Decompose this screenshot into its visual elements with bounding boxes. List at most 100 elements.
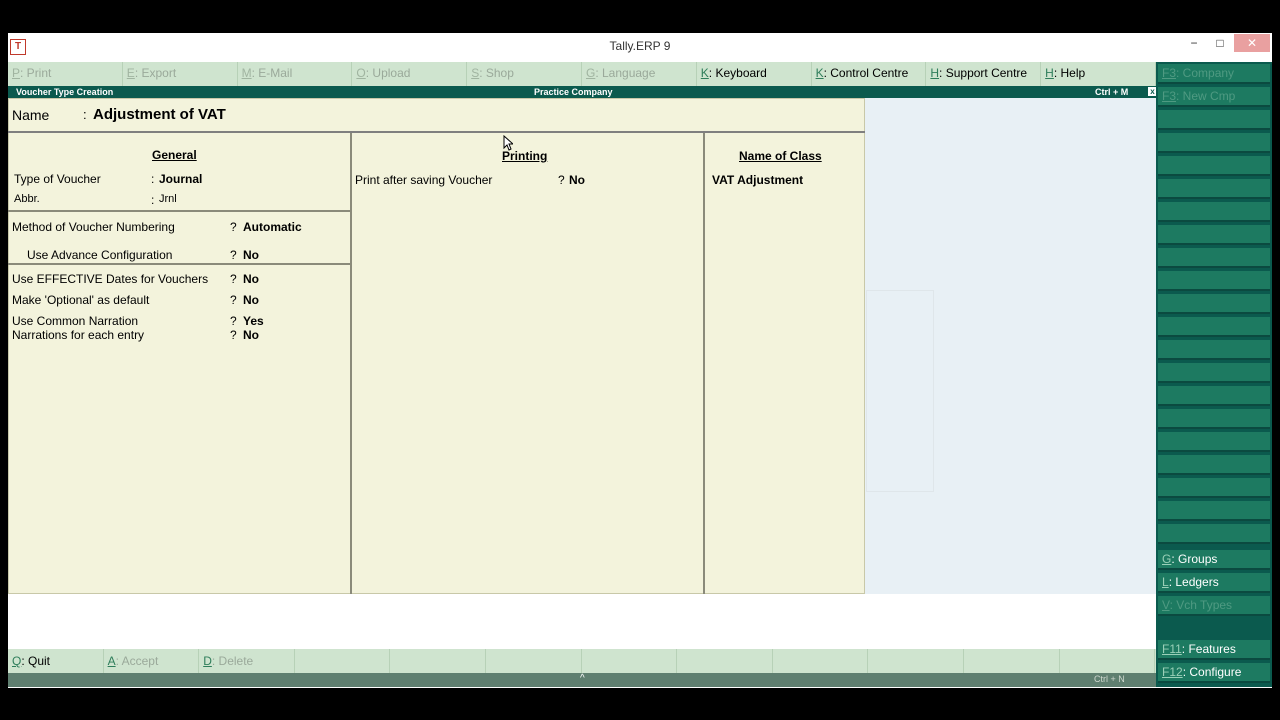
empty-button-slot — [1060, 649, 1156, 673]
side-new-cmp-button[interactable]: F3: New Cmp — [1158, 87, 1270, 107]
menu-help-hotkey: H — [1045, 66, 1054, 80]
print-after-saving-q: ? — [558, 173, 565, 187]
advance-config-label: Use Advance Configuration — [27, 248, 173, 262]
side-company-button-hotkey: F3 — [1162, 66, 1177, 80]
calculator-shortcut: Ctrl + M — [1095, 87, 1129, 97]
menu-language-hotkey: G — [585, 66, 596, 80]
company-name: Practice Company — [534, 87, 613, 97]
printing-heading: Printing — [502, 149, 548, 163]
menu-email-hotkey: M — [241, 66, 252, 80]
side-empty-slot — [1158, 225, 1270, 245]
close-icon[interactable]: ✕ — [1234, 34, 1270, 52]
menu-control-centre[interactable]: K: Control Centre — [812, 62, 927, 86]
side-empty-slot — [1158, 363, 1270, 383]
menu-upload[interactable]: O: Upload — [352, 62, 468, 86]
menu-control-centre-label: : Control Centre — [823, 66, 909, 80]
maximize-icon[interactable]: □ — [1206, 34, 1234, 52]
type-of-voucher-sep: : — [151, 172, 155, 186]
menu-keyboard[interactable]: K: Keyboard — [697, 62, 812, 86]
side-empty-slot — [1158, 179, 1270, 199]
bottom-button-bar: Q: Quit A: Accept D: Delete — [8, 649, 1156, 673]
side-empty-slot — [1158, 478, 1270, 498]
class-name-field[interactable]: VAT Adjustment — [712, 173, 803, 187]
advance-config-field[interactable]: No — [243, 248, 259, 262]
menu-email[interactable]: M: E-Mail — [238, 62, 353, 86]
print-after-saving-label: Print after saving Voucher — [355, 173, 493, 187]
menu-export-label: : Export — [134, 66, 177, 80]
delete-button[interactable]: D: Delete — [199, 649, 295, 673]
menu-shop[interactable]: S: Shop — [467, 62, 582, 86]
voucher-numbering-field[interactable]: Automatic — [243, 220, 302, 234]
common-narration-label: Use Common Narration — [12, 314, 139, 328]
menu-support-centre[interactable]: H: Support Centre — [926, 62, 1042, 86]
abbr-label: Abbr. — [14, 193, 40, 205]
side-configure-button[interactable]: F12: Configure — [1158, 663, 1270, 683]
minimize-icon[interactable]: − — [1180, 34, 1208, 52]
delete-button-label: : Delete — [211, 654, 254, 668]
side-empty-slot — [1158, 110, 1270, 130]
menu-keyboard-label: : Keyboard — [708, 66, 767, 80]
side-new-cmp-button-hotkey: F3 — [1162, 89, 1177, 103]
menu-export[interactable]: E: Export — [123, 62, 238, 86]
name-field[interactable]: Adjustment of VAT — [93, 106, 226, 123]
accept-button[interactable]: A: Accept — [104, 649, 200, 673]
empty-button-slot — [295, 649, 391, 673]
empty-button-slot — [677, 649, 773, 673]
side-groups-button-hotkey: G — [1162, 552, 1172, 566]
menu-keyboard-hotkey: K — [700, 66, 709, 80]
print-after-saving-field[interactable]: No — [569, 173, 585, 187]
menu-help[interactable]: H: Help — [1041, 62, 1156, 86]
side-groups-button[interactable]: G: Groups — [1158, 550, 1270, 570]
general-heading: General — [152, 148, 197, 162]
side-features-button-hotkey: F11 — [1162, 642, 1182, 656]
side-vch-types-button-hotkey: V — [1162, 598, 1170, 612]
side-ledgers-button[interactable]: L: Ledgers — [1158, 573, 1270, 593]
side-empty-slot — [1158, 386, 1270, 406]
common-narration-field[interactable]: Yes — [243, 314, 264, 328]
empty-button-slot — [486, 649, 582, 673]
screen-title: Voucher Type Creation — [16, 87, 114, 97]
type-of-voucher-field[interactable]: Journal — [159, 172, 202, 186]
menu-print[interactable]: P: Print — [8, 62, 123, 86]
name-of-class-heading: Name of Class — [739, 149, 822, 163]
side-empty-slot — [1158, 409, 1270, 429]
side-empty-slot — [1158, 156, 1270, 176]
name-label: Name — [12, 107, 50, 123]
name-colon: : — [83, 107, 87, 122]
side-empty-slot — [1158, 317, 1270, 337]
background-panel — [866, 290, 934, 492]
side-empty-slot — [1158, 202, 1270, 222]
optional-default-q: ? — [230, 293, 237, 307]
side-empty-slot — [1158, 294, 1270, 314]
narration-each-entry-field[interactable]: No — [243, 328, 259, 342]
side-company-button[interactable]: F3: Company — [1158, 64, 1270, 84]
menu-support-centre-hotkey: H — [930, 66, 940, 80]
advance-config-q: ? — [230, 248, 237, 262]
menu-language[interactable]: G: Language — [582, 62, 697, 86]
right-button-panel: F3: Company F3: New Cmp G: Groups L: Ledger… — [1156, 62, 1272, 687]
voucher-numbering-label: Method of Voucher Numbering — [12, 220, 175, 234]
side-features-button[interactable]: F11: Features — [1158, 640, 1270, 660]
optional-default-field[interactable]: No — [243, 293, 259, 307]
side-configure-button-hotkey: F12 — [1162, 665, 1183, 679]
side-features-button-label: : Features — [1181, 642, 1236, 656]
effective-dates-field[interactable]: No — [243, 272, 259, 286]
menu-upload-label: : Upload — [365, 66, 411, 80]
empty-button-slot — [582, 649, 678, 673]
side-empty-slot — [1158, 432, 1270, 452]
side-vch-types-button[interactable]: V: Vch Types — [1158, 596, 1270, 616]
tally-app-icon[interactable]: T — [10, 39, 26, 55]
menu-upload-hotkey: O — [356, 66, 366, 80]
quit-button[interactable]: Q: Quit — [8, 649, 104, 673]
accept-button-hotkey: A — [107, 654, 116, 668]
status-shortcut: Ctrl + N — [1094, 674, 1125, 684]
side-empty-slot — [1158, 501, 1270, 521]
scroll-up-icon[interactable]: ^ — [580, 673, 585, 684]
section-divider — [8, 210, 351, 212]
effective-dates-q: ? — [230, 272, 237, 286]
section-divider — [8, 263, 351, 265]
abbr-sep: : — [151, 193, 155, 207]
quit-button-hotkey: Q — [12, 654, 22, 668]
abbr-field[interactable]: Jrnl — [159, 193, 177, 205]
top-menu-bar: P: Print E: Export M: E-Mail O: Upload S: Sh… — [8, 62, 1156, 86]
